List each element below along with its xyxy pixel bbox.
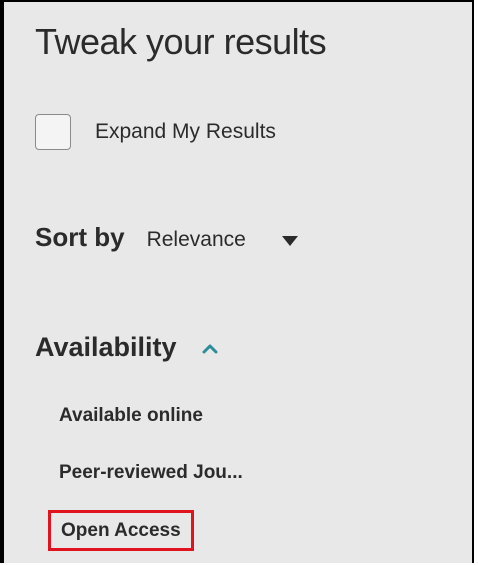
expand-results-checkbox[interactable] [35,114,71,150]
panel-title: Tweak your results [35,21,327,62]
availability-label[interactable]: Availability [35,332,177,363]
triangle-down-icon[interactable] [281,236,298,246]
sort-by-row: Sort by Relevance [35,222,298,253]
sort-by-dropdown[interactable]: Relevance [147,224,298,252]
filter-peer-reviewed-journals[interactable]: Peer-reviewed Jou... [59,462,243,484]
tweak-results-panel: Tweak your results Expand My Results Sor… [0,0,474,563]
expand-my-results-toggle[interactable]: Expand My Results [35,114,276,150]
sort-by-value[interactable]: Relevance [147,228,246,252]
availability-section-header[interactable]: Availability [35,332,219,363]
chevron-up-icon[interactable] [201,341,219,359]
sort-by-label: Sort by [35,222,125,252]
expand-results-label[interactable]: Expand My Results [95,120,276,144]
filter-available-online[interactable]: Available online [59,405,203,427]
filter-open-access[interactable]: Open Access [48,510,194,551]
